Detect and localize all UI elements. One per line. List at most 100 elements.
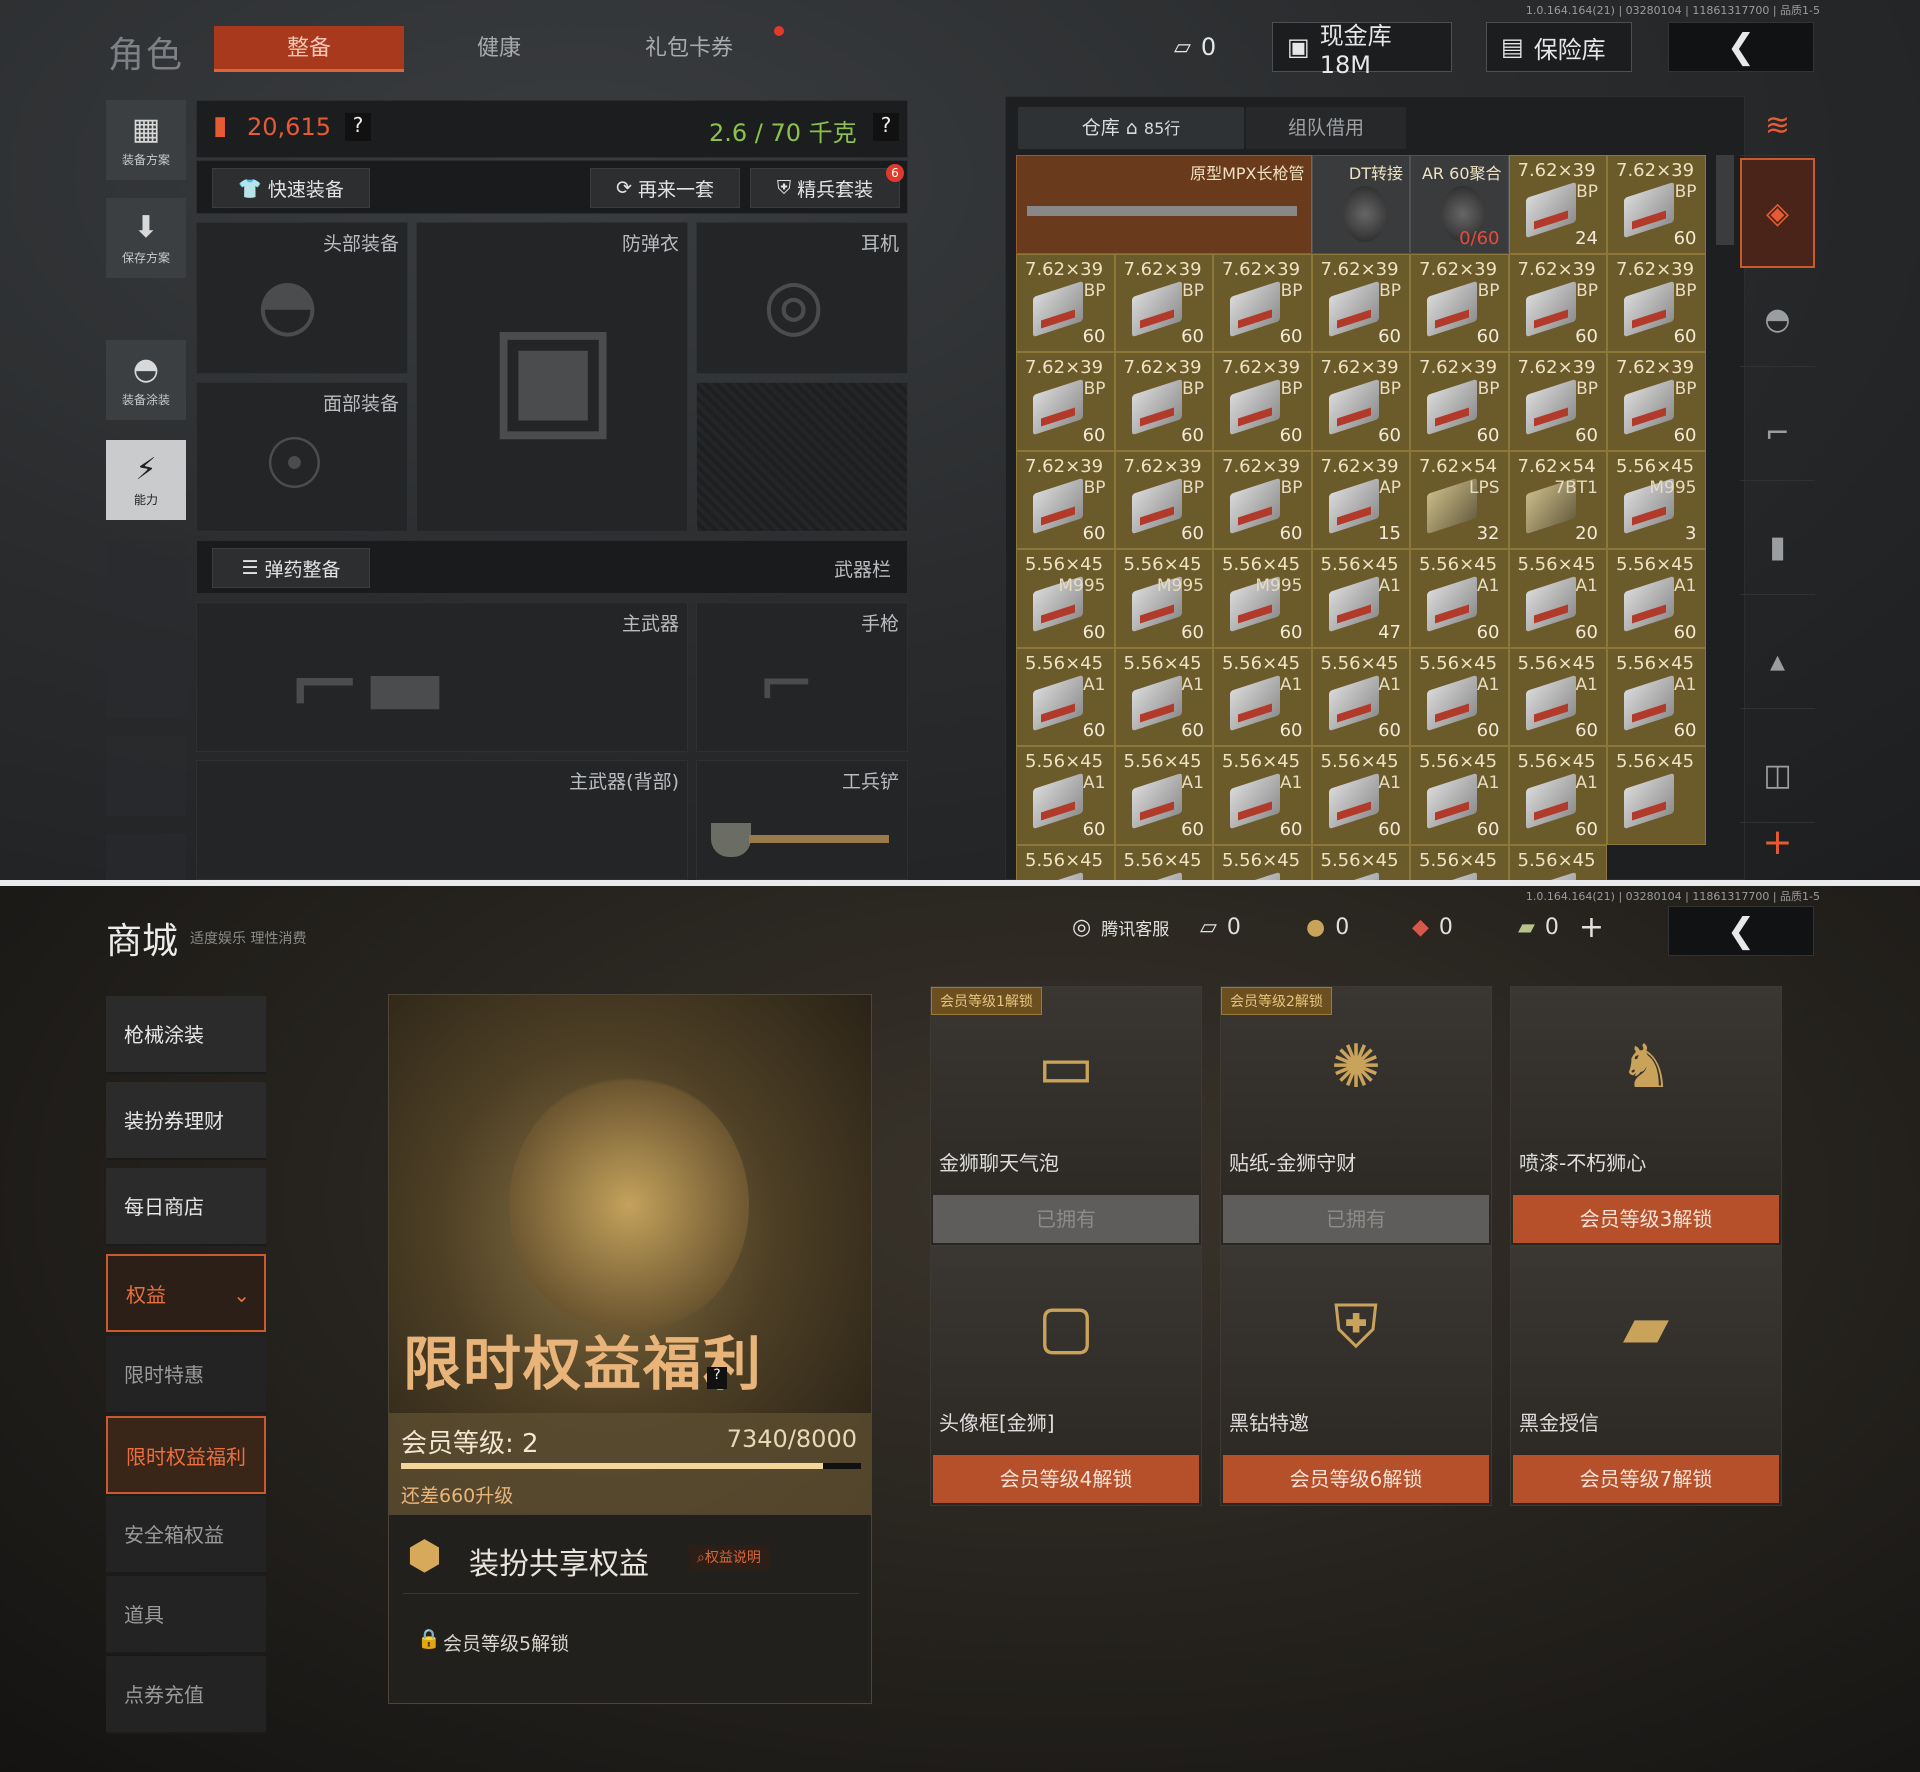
head-slot[interactable]: 头部装备 ◓ <box>196 222 408 374</box>
equip-skin-button[interactable]: ◓ 装备涂装 <box>106 340 186 420</box>
save-plan-button[interactable]: ⬇ 保存方案 <box>106 198 186 278</box>
menu-daily-shop[interactable]: 每日商店 <box>106 1168 266 1246</box>
face-slot[interactable]: 面部装备 ☉ <box>196 382 408 532</box>
inventory-ammo[interactable]: 7.62×39 AP 15 <box>1311 450 1410 549</box>
benefit-info-link[interactable]: ⌕权益说明 <box>689 1545 769 1569</box>
cash-vault-button[interactable]: ▣ 现金库 18M <box>1272 22 1452 79</box>
inventory-ammo[interactable]: 7.62×39 BP 60 <box>1114 352 1213 451</box>
inventory-ammo[interactable]: 5.56×45 <box>1114 844 1213 880</box>
inventory-ammo[interactable]: 7.62×39 BP 60 <box>1410 352 1509 451</box>
sort-icon[interactable]: ≋ <box>1740 96 1815 156</box>
inventory-attachment[interactable]: DT转接 <box>1311 155 1410 254</box>
unlock-button[interactable]: 会员等级4解锁 <box>933 1455 1199 1503</box>
inventory-ammo[interactable]: 5.56×45 A1 60 <box>1410 549 1509 648</box>
elite-kit-button[interactable]: ⛨ 精兵套装 <box>750 168 900 208</box>
ticket-counter[interactable]: ▱ 0 <box>1160 22 1244 72</box>
all-items-icon[interactable]: ◈ <box>1740 158 1815 268</box>
inventory-ammo[interactable]: 5.56×45 A1 60 <box>1508 549 1607 648</box>
inventory-ammo[interactable]: 5.56×45 A1 47 <box>1311 549 1410 648</box>
tab-storage[interactable]: 仓库 ⌂ 85行 <box>1018 107 1244 149</box>
menu-benefits[interactable]: 权益 ⌄ <box>106 1254 266 1332</box>
reward-card[interactable]: ⛨ 黑钻特邀 会员等级6解锁 <box>1220 1246 1492 1506</box>
misc-filter-icon[interactable]: ◫ <box>1740 728 1815 823</box>
inventory-ammo[interactable]: 5.56×45 A1 60 <box>1114 746 1213 845</box>
inventory-ammo[interactable]: 7.62×39 BP 60 <box>1508 352 1607 451</box>
inventory-ammo[interactable]: 5.56×45 M995 60 <box>1016 549 1115 648</box>
add-icon[interactable]: + <box>1740 812 1815 872</box>
inventory-ammo[interactable]: 7.62×39 BP 60 <box>1311 253 1410 352</box>
back-button[interactable]: ❮ <box>1668 906 1814 956</box>
inventory-ammo[interactable]: 5.56×45 M995 3 <box>1607 450 1706 549</box>
value-help-button[interactable]: ? <box>345 113 371 141</box>
inventory-ammo[interactable]: 5.56×45 <box>1016 844 1115 880</box>
inventory-ammo[interactable]: 7.62×39 BP 60 <box>1016 450 1115 549</box>
menu-limited-benefits[interactable]: 限时权益福利 <box>106 1416 266 1494</box>
inventory-ammo[interactable]: 5.56×45 A1 60 <box>1410 647 1509 746</box>
help-icon[interactable]: ? <box>707 1367 727 1389</box>
inventory-attachment[interactable]: 原型MPX长枪管 <box>1016 155 1312 254</box>
reward-card[interactable]: ▢ 头像框[金狮] 会员等级4解锁 <box>930 1246 1202 1506</box>
inventory-attachment[interactable]: AR 60聚合 0/60 <box>1410 155 1509 254</box>
owned-button[interactable]: 已拥有 <box>933 1195 1199 1243</box>
menu-items[interactable]: 道具 <box>106 1576 266 1654</box>
primary-back-slot[interactable]: 主武器(背部) <box>196 760 688 880</box>
ability-button[interactable]: ⚡ 能力 <box>106 440 186 520</box>
inventory-ammo[interactable]: 5.56×45 A1 60 <box>1213 647 1312 746</box>
support-button[interactable]: ◎ 腾讯客服 <box>1072 907 1169 947</box>
inventory-ammo[interactable]: 5.56×45 M995 60 <box>1114 549 1213 648</box>
inventory-ammo[interactable]: 5.56×45 A1 60 <box>1410 746 1509 845</box>
earpiece-slot[interactable]: 耳机 ◎ <box>696 222 908 374</box>
tab-health[interactable]: 健康 <box>404 26 594 72</box>
inventory-ammo[interactable]: 7.62×54 7BT1 20 <box>1508 450 1607 549</box>
inventory-ammo[interactable]: 5.56×45 A1 60 <box>1213 746 1312 845</box>
inventory-ammo[interactable]: 7.62×39 BP 60 <box>1016 352 1115 451</box>
magazine-filter-icon[interactable]: ▮ <box>1740 500 1815 595</box>
tab-loadout[interactable]: 整备 <box>214 26 404 72</box>
reward-card[interactable]: ▰ 黑金授信 会员等级7解锁 <box>1510 1246 1782 1506</box>
reward-card[interactable]: ▭ 会员等级1解锁 金狮聊天气泡 已拥有 <box>930 986 1202 1246</box>
inventory-ammo[interactable]: 7.62×39 BP 60 <box>1213 253 1312 352</box>
inventory-ammo[interactable]: 7.62×39 BP 60 <box>1213 352 1312 451</box>
equip-again-button[interactable]: ⟳ 再来一套 <box>590 168 740 208</box>
inventory-ammo[interactable]: 5.56×45 A1 60 <box>1508 746 1607 845</box>
tab-team-borrow[interactable]: 组队借用 <box>1246 107 1406 149</box>
primary-weapon-slot[interactable]: 主武器 ⌐▬ <box>196 602 688 752</box>
tab-gift-cards[interactable]: 礼包卡券 <box>594 26 784 72</box>
menu-recharge[interactable]: 点券充值 <box>106 1656 266 1734</box>
inventory-ammo[interactable]: 7.62×54 LPS 32 <box>1410 450 1509 549</box>
pistol-slot[interactable]: 手枪 ⌐ <box>696 602 908 752</box>
armor-slot[interactable]: 防弹衣 ▣ <box>416 222 688 532</box>
inventory-ammo[interactable]: 7.62×39 BP 60 <box>1607 155 1706 254</box>
unlock-button[interactable]: 会员等级3解锁 <box>1513 1195 1779 1243</box>
plus-icon[interactable]: + <box>1579 910 1604 945</box>
inventory-ammo[interactable]: 5.56×45 <box>1213 844 1312 880</box>
inventory-ammo[interactable]: 5.56×45 A1 60 <box>1016 647 1115 746</box>
inventory-ammo[interactable]: 5.56×45 A1 60 <box>1607 647 1706 746</box>
inventory-ammo[interactable]: 5.56×45 <box>1410 844 1509 880</box>
reward-card[interactable]: ♞ 喷漆-不朽狮心 会员等级3解锁 <box>1510 986 1782 1246</box>
inventory-ammo[interactable]: 7.62×39 BP 60 <box>1114 253 1213 352</box>
inventory-ammo[interactable]: 5.56×45 A1 60 <box>1607 549 1706 648</box>
safe-vault-button[interactable]: ▤ 保险库 <box>1486 22 1632 72</box>
inventory-ammo[interactable]: 5.56×45 A1 60 <box>1508 647 1607 746</box>
unlock-button[interactable]: 会员等级6解锁 <box>1223 1455 1489 1503</box>
loadout-plan-button[interactable]: ▦ 装备方案 <box>106 100 186 180</box>
inventory-ammo[interactable]: 7.62×39 BP 60 <box>1016 253 1115 352</box>
back-button[interactable]: ❮ <box>1668 22 1814 72</box>
inventory-ammo[interactable]: 7.62×39 BP 60 <box>1607 352 1706 451</box>
menu-skin-finance[interactable]: 装扮券理财 <box>106 1082 266 1160</box>
inventory-ammo[interactable]: 5.56×45 <box>1311 844 1410 880</box>
inventory-ammo[interactable]: 5.56×45 <box>1508 844 1607 880</box>
inventory-ammo[interactable]: 5.56×45 <box>1607 746 1706 845</box>
inventory-ammo[interactable]: 7.62×39 BP 60 <box>1311 352 1410 451</box>
inventory-ammo[interactable]: 7.62×39 BP 60 <box>1213 450 1312 549</box>
menu-limited-deals[interactable]: 限时特惠 <box>106 1336 266 1414</box>
inventory-ammo[interactable]: 5.56×45 A1 60 <box>1114 647 1213 746</box>
shovel-slot[interactable]: 工兵铲 <box>696 760 908 880</box>
inventory-ammo[interactable]: 5.56×45 M995 60 <box>1213 549 1312 648</box>
ammo-filter-icon[interactable]: ▴ <box>1740 614 1815 709</box>
weight-help-button[interactable]: ? <box>873 113 899 141</box>
inventory-ammo[interactable]: 7.62×39 BP 60 <box>1114 450 1213 549</box>
unlock-button[interactable]: 会员等级7解锁 <box>1513 1455 1779 1503</box>
inventory-ammo[interactable]: 5.56×45 A1 60 <box>1016 746 1115 845</box>
